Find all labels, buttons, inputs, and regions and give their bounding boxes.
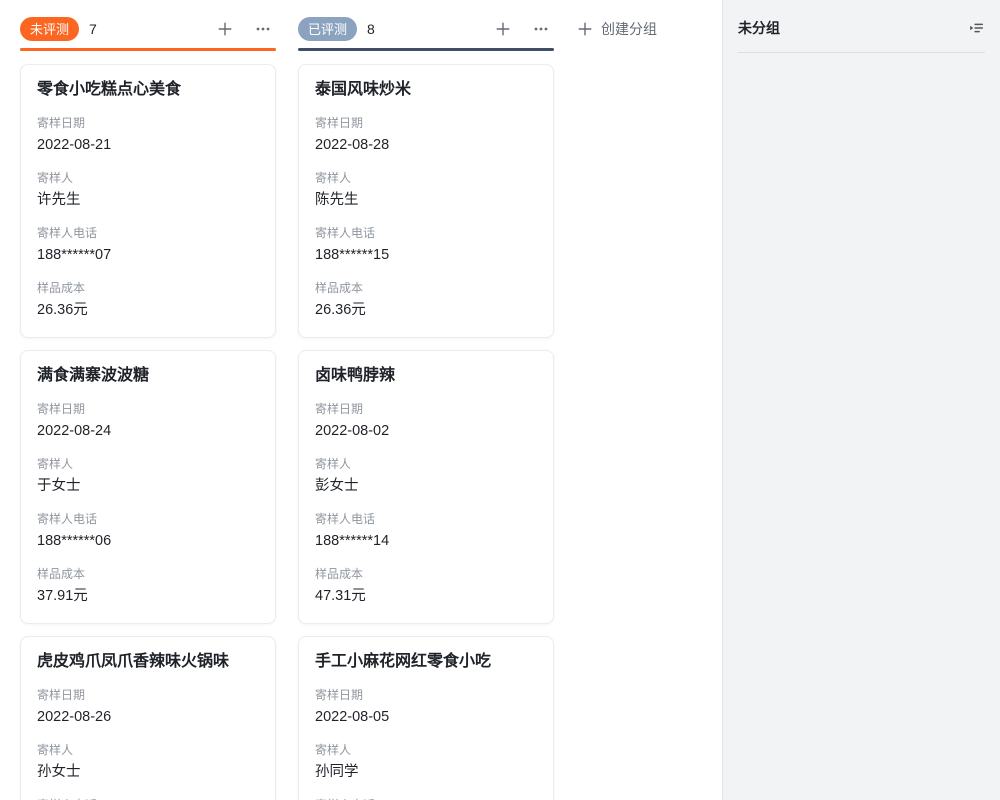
group-count: 7	[89, 21, 97, 37]
record-card[interactable]: 泰国风味炒米 寄样日期 2022-08-28 寄样人 陈先生 寄样人电话 188…	[298, 64, 554, 338]
field-label: 寄样人	[315, 169, 537, 187]
field-value: 188******06	[37, 531, 259, 552]
group-header: 已评测 8	[298, 17, 554, 41]
field-label: 寄样日期	[315, 400, 537, 418]
group-header: 未评测 7	[20, 17, 276, 41]
field-value: 37.91元	[37, 586, 259, 607]
field-label: 寄样日期	[315, 114, 537, 132]
field-value: 孙女士	[37, 762, 259, 783]
more-options-icon[interactable]	[254, 20, 272, 38]
field-label: 样品成本	[315, 565, 537, 583]
plus-icon	[576, 20, 594, 38]
card-title: 虎皮鸡爪凤爪香辣味火锅味	[37, 651, 259, 673]
field-label: 寄样人电话	[37, 510, 259, 528]
add-card-icon[interactable]	[494, 20, 512, 38]
field-value: 彭女士	[315, 476, 537, 497]
create-group-button[interactable]: 创建分组	[576, 17, 657, 41]
field-label: 寄样人电话	[37, 796, 259, 800]
kanban-view: 未评测 7 零食小吃糕点心美食 寄样日期 2022-08-21 寄样人 许先生	[0, 0, 1000, 800]
ungrouped-panel: 未分组	[722, 0, 1000, 800]
record-card[interactable]: 满食满寨波波糖 寄样日期 2022-08-24 寄样人 于女士 寄样人电话 18…	[20, 350, 276, 624]
group-underline	[298, 48, 554, 51]
group-column-reviewed: 已评测 8 泰国风味炒米 寄样日期 2022-08-28 寄样人 陈先生	[298, 17, 554, 800]
field-label: 寄样日期	[37, 400, 259, 418]
field-value: 于女士	[37, 476, 259, 497]
field-value: 2022-08-24	[37, 421, 259, 442]
field-value: 2022-08-02	[315, 421, 537, 442]
create-group-label: 创建分组	[601, 19, 657, 39]
record-card[interactable]: 虎皮鸡爪凤爪香辣味火锅味 寄样日期 2022-08-26 寄样人 孙女士 寄样人…	[20, 636, 276, 800]
group-count: 8	[367, 21, 375, 37]
field-value: 许先生	[37, 190, 259, 211]
field-label: 寄样日期	[37, 114, 259, 132]
card-title: 泰国风味炒米	[315, 79, 537, 101]
field-value: 2022-08-21	[37, 135, 259, 156]
kanban-board: 未评测 7 零食小吃糕点心美食 寄样日期 2022-08-21 寄样人 许先生	[0, 0, 722, 800]
field-label: 寄样日期	[37, 686, 259, 704]
add-card-icon[interactable]	[216, 20, 234, 38]
collapse-panel-icon[interactable]	[967, 19, 985, 37]
group-badge[interactable]: 未评测	[20, 17, 79, 41]
field-value: 47.31元	[315, 586, 537, 607]
field-value: 2022-08-05	[315, 707, 537, 728]
field-label: 寄样人	[37, 741, 259, 759]
card-list: 零食小吃糕点心美食 寄样日期 2022-08-21 寄样人 许先生 寄样人电话 …	[20, 64, 276, 800]
field-label: 寄样人电话	[315, 224, 537, 242]
field-label: 寄样日期	[315, 686, 537, 704]
record-card[interactable]: 卤味鸭脖辣 寄样日期 2022-08-02 寄样人 彭女士 寄样人电话 188*…	[298, 350, 554, 624]
panel-header: 未分组	[723, 0, 1000, 38]
card-title: 卤味鸭脖辣	[315, 365, 537, 387]
field-value: 2022-08-28	[315, 135, 537, 156]
field-label: 样品成本	[315, 279, 537, 297]
field-value: 188******15	[315, 245, 537, 266]
field-value: 孙同学	[315, 762, 537, 783]
field-label: 寄样人	[315, 741, 537, 759]
more-options-icon[interactable]	[532, 20, 550, 38]
card-title: 手工小麻花网红零食小吃	[315, 651, 537, 673]
field-label: 寄样人	[37, 169, 259, 187]
field-label: 样品成本	[37, 565, 259, 583]
field-value: 188******07	[37, 245, 259, 266]
group-column-not-reviewed: 未评测 7 零食小吃糕点心美食 寄样日期 2022-08-21 寄样人 许先生	[20, 17, 276, 800]
field-label: 寄样人	[315, 455, 537, 473]
card-title: 满食满寨波波糖	[37, 365, 259, 387]
field-value: 188******14	[315, 531, 537, 552]
field-label: 寄样人电话	[37, 224, 259, 242]
field-value: 26.36元	[315, 300, 537, 321]
field-value: 陈先生	[315, 190, 537, 211]
record-card[interactable]: 零食小吃糕点心美食 寄样日期 2022-08-21 寄样人 许先生 寄样人电话 …	[20, 64, 276, 338]
card-list: 泰国风味炒米 寄样日期 2022-08-28 寄样人 陈先生 寄样人电话 188…	[298, 64, 554, 800]
field-label: 寄样人	[37, 455, 259, 473]
record-card[interactable]: 手工小麻花网红零食小吃 寄样日期 2022-08-05 寄样人 孙同学 寄样人电…	[298, 636, 554, 800]
field-label: 样品成本	[37, 279, 259, 297]
group-underline	[20, 48, 276, 51]
card-title: 零食小吃糕点心美食	[37, 79, 259, 101]
field-value: 26.36元	[37, 300, 259, 321]
field-value: 2022-08-26	[37, 707, 259, 728]
panel-divider	[738, 52, 985, 53]
field-label: 寄样人电话	[315, 510, 537, 528]
panel-title: 未分组	[738, 18, 780, 38]
group-badge[interactable]: 已评测	[298, 17, 357, 41]
field-label: 寄样人电话	[315, 796, 537, 800]
